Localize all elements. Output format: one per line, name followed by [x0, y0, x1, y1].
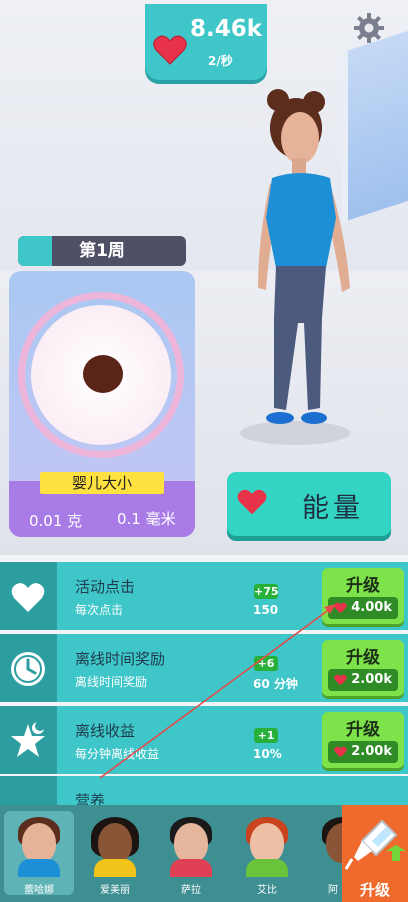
heart-icon: [237, 489, 267, 515]
upgrade-cost-value: 2.00k: [351, 744, 392, 759]
upgrade-tab-label: 升级: [359, 881, 390, 899]
energy-button[interactable]: 能量: [227, 472, 391, 536]
row-icon-box: [0, 776, 57, 806]
star-moon-icon: [11, 721, 45, 757]
character-sara[interactable]: 萨拉: [156, 811, 226, 896]
baby-weight: 0.01 克: [29, 512, 83, 530]
character-name: 蕾哈娜: [24, 885, 54, 896]
upgrade-tab-button[interactable]: 升级: [342, 805, 408, 902]
upgrade-button[interactable]: 升级 4.00k: [322, 568, 404, 624]
baby-length: 0.1 毫米: [117, 510, 176, 528]
character-shirt: [170, 859, 212, 877]
player-character[interactable]: [230, 88, 360, 458]
character-face: [98, 823, 132, 863]
week-progress-bar: 第1周: [18, 236, 186, 266]
character-face: [22, 823, 56, 863]
hearts-counter: 8.46k 2/秒: [145, 4, 267, 80]
upgrade-cost: 2.00k: [328, 669, 398, 691]
embryo-image: [83, 355, 123, 393]
upgrade-cost: 2.00k: [328, 741, 398, 763]
upgrade-row-offline-time: 离线时间奖励 离线时间奖励 +6 60 分钟 升级 2.00k: [0, 634, 408, 702]
heart-icon: [334, 602, 347, 614]
upgrade-cost-value: 4.00k: [351, 600, 392, 615]
character-face: [174, 823, 208, 863]
character-shirt: [94, 859, 136, 877]
heart-icon: [11, 583, 45, 612]
character-partial[interactable]: 阿: [308, 811, 342, 895]
row-subtitle: 离线时间奖励: [75, 675, 148, 689]
row-icon-box: [0, 562, 57, 630]
game-scene[interactable]: 8.46k 2/秒 第1周 婴儿大小 0.01 克 0.1 毫米 能量: [0, 0, 408, 555]
row-increment-badge: +6: [254, 656, 278, 671]
character-shirt: [18, 859, 60, 877]
heart-icon: [153, 35, 187, 65]
ruler-label: 婴儿大小: [40, 472, 164, 494]
heart-icon: [334, 746, 347, 758]
baby-size-card: 婴儿大小 0.01 克 0.1 毫米: [9, 271, 195, 537]
gear-icon[interactable]: [353, 12, 385, 44]
character-rihanna[interactable]: 蕾哈娜: [4, 811, 74, 896]
row-title: 离线收益: [75, 722, 136, 740]
energy-label: 能量: [302, 493, 364, 524]
row-increment-badge: +1: [254, 728, 278, 743]
row-value: 150: [253, 603, 279, 617]
clock-icon: [11, 652, 45, 686]
row-icon-box: [0, 706, 57, 774]
upgrade-row-activity-click: 活动点击 每次点击 +75 150 升级 4.00k: [0, 562, 408, 630]
upgrade-row-offline-earnings: 离线收益 每分钟离线收益 +1 10% 升级 2.00k: [0, 706, 408, 774]
upgrade-button-label: 升级: [346, 720, 380, 740]
row-subtitle: 每次点击: [75, 603, 124, 617]
hearts-value: 8.46k: [190, 16, 263, 42]
heart-icon: [334, 674, 347, 686]
row-increment-badge: +75: [254, 584, 279, 599]
row-title: 离线时间奖励: [75, 650, 166, 668]
row-value: 10%: [253, 747, 282, 761]
character-shirt: [246, 859, 288, 877]
upgrade-button-label: 升级: [346, 648, 380, 668]
character-amelie[interactable]: 爱美丽: [80, 811, 150, 896]
upgrade-cost-value: 2.00k: [351, 672, 392, 687]
character-name: 阿: [328, 885, 338, 895]
upgrade-button[interactable]: 升级 2.00k: [322, 712, 404, 768]
character-name: 艾比: [257, 885, 277, 896]
hearts-rate: 2/秒: [208, 54, 233, 68]
character-name: 萨拉: [181, 885, 201, 896]
row-subtitle: 每分钟离线收益: [75, 747, 160, 761]
upgrade-row-nutrition: 营养: [0, 776, 408, 810]
row-value: 60 分钟: [253, 677, 298, 691]
upgrade-cost: 4.00k: [328, 597, 398, 619]
upgrade-button-label: 升级: [346, 576, 380, 596]
week-label: 第1周: [79, 241, 125, 261]
character-face: [250, 823, 284, 863]
character-abby[interactable]: 艾比: [232, 811, 302, 896]
row-title: 活动点击: [75, 578, 136, 596]
syringe-icon: [344, 819, 406, 870]
character-name: 爱美丽: [100, 885, 130, 896]
row-icon-box: [0, 634, 57, 702]
upgrade-button[interactable]: 升级 2.00k: [322, 640, 404, 696]
